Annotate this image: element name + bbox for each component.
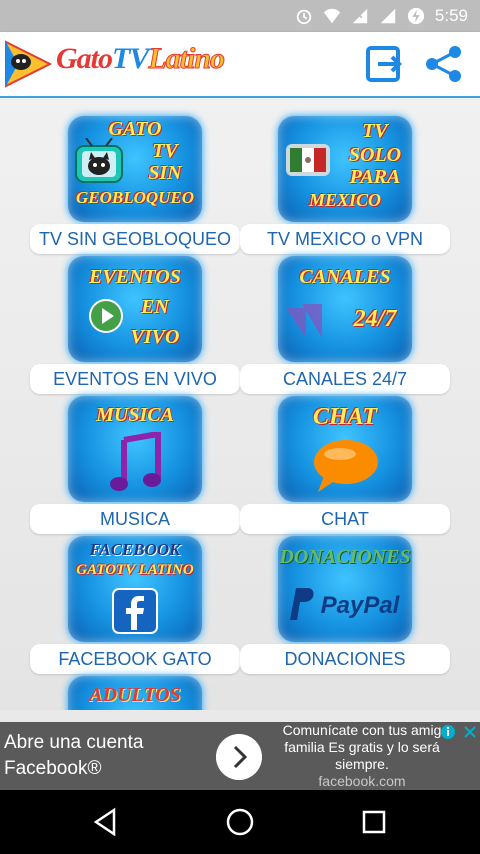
ad-banner[interactable]: Abre una cuenta Facebook® Comunícate con… bbox=[0, 722, 480, 790]
status-icons: 5:59 bbox=[295, 0, 468, 32]
tile-image: DONACIONES PayPal bbox=[278, 536, 412, 642]
app-logo-icon bbox=[5, 40, 52, 88]
home-icon[interactable] bbox=[224, 806, 256, 838]
battery-saver-icon bbox=[407, 7, 425, 25]
tile-tv-mexico[interactable]: TV SOLO PARA MEXICO TV MEXICO o VPN bbox=[240, 110, 450, 254]
nav-bar bbox=[0, 790, 480, 854]
ad-headline: Abre una cuenta bbox=[4, 732, 144, 753]
music-note-icon bbox=[110, 432, 161, 491]
mexico-flag-icon bbox=[286, 144, 330, 176]
channels-logo-icon bbox=[286, 304, 322, 338]
tile-image: ADULTOS bbox=[68, 676, 202, 710]
tile-image: GATO TV SIN GEOBLOQUEO bbox=[68, 116, 202, 222]
play-icon bbox=[89, 299, 123, 333]
status-time: 5:59 bbox=[434, 6, 468, 25]
ad-headline-2: Facebook® bbox=[4, 758, 102, 779]
share-icon[interactable] bbox=[424, 44, 464, 84]
app-bar: GatoTVLatino bbox=[0, 32, 480, 98]
back-icon[interactable] bbox=[90, 806, 122, 838]
ad-info-icon[interactable] bbox=[440, 724, 456, 740]
signal-icon-2 bbox=[380, 8, 396, 24]
status-bar: 5:59 bbox=[0, 0, 480, 32]
tile-chat[interactable]: CHAT CHAT bbox=[240, 390, 450, 534]
tile-label: DONACIONES bbox=[240, 644, 450, 674]
tile-eventos-en-vivo[interactable]: EVENTOS EN VIVO EVENTOS EN VIVO bbox=[30, 250, 240, 394]
tile-donaciones[interactable]: DONACIONES PayPal DONACIONES bbox=[240, 530, 450, 674]
tile-image: CANALES 24/7 bbox=[278, 256, 412, 362]
wifi-icon bbox=[323, 8, 341, 24]
tile-image: CHAT bbox=[278, 396, 412, 502]
tile-image: MUSICA bbox=[68, 396, 202, 502]
chat-bubble-icon bbox=[314, 440, 378, 492]
tile-musica[interactable]: MUSICA MUSICA bbox=[30, 390, 240, 534]
tile-image: EVENTOS EN VIVO bbox=[68, 256, 202, 362]
ad-body: Comunícate con tus amig familia Es grati… bbox=[282, 722, 442, 789]
tile-image: FACEBOOK GATOTV LATINO bbox=[68, 536, 202, 642]
recents-icon[interactable] bbox=[358, 806, 390, 838]
tile-image: TV SOLO PARA MEXICO bbox=[278, 116, 412, 222]
chevron-right-icon[interactable] bbox=[216, 734, 262, 780]
tile-facebook-gato[interactable]: FACEBOOK GATOTV LATINO FACEBOOK GATO bbox=[30, 530, 240, 674]
tile-adultos[interactable]: ADULTOS bbox=[30, 670, 240, 710]
tile-tv-sin-geobloqueo[interactable]: GATO TV SIN GEOBLOQUEO TV SIN GEOBLOQUEO bbox=[30, 110, 240, 254]
ad-close-icon[interactable] bbox=[462, 724, 478, 740]
cat-tv-icon bbox=[75, 138, 123, 183]
exit-icon[interactable] bbox=[364, 44, 404, 84]
facebook-icon bbox=[112, 588, 158, 634]
menu-grid: GATO TV SIN GEOBLOQUEO TV SIN GEOBLOQUEO… bbox=[0, 98, 480, 710]
alarm-icon bbox=[296, 9, 312, 25]
signal-icon bbox=[352, 8, 368, 24]
app-title: GatoTVLatino bbox=[56, 42, 226, 76]
tile-canales-24-7[interactable]: CANALES 24/7 CANALES 24/7 bbox=[240, 250, 450, 394]
